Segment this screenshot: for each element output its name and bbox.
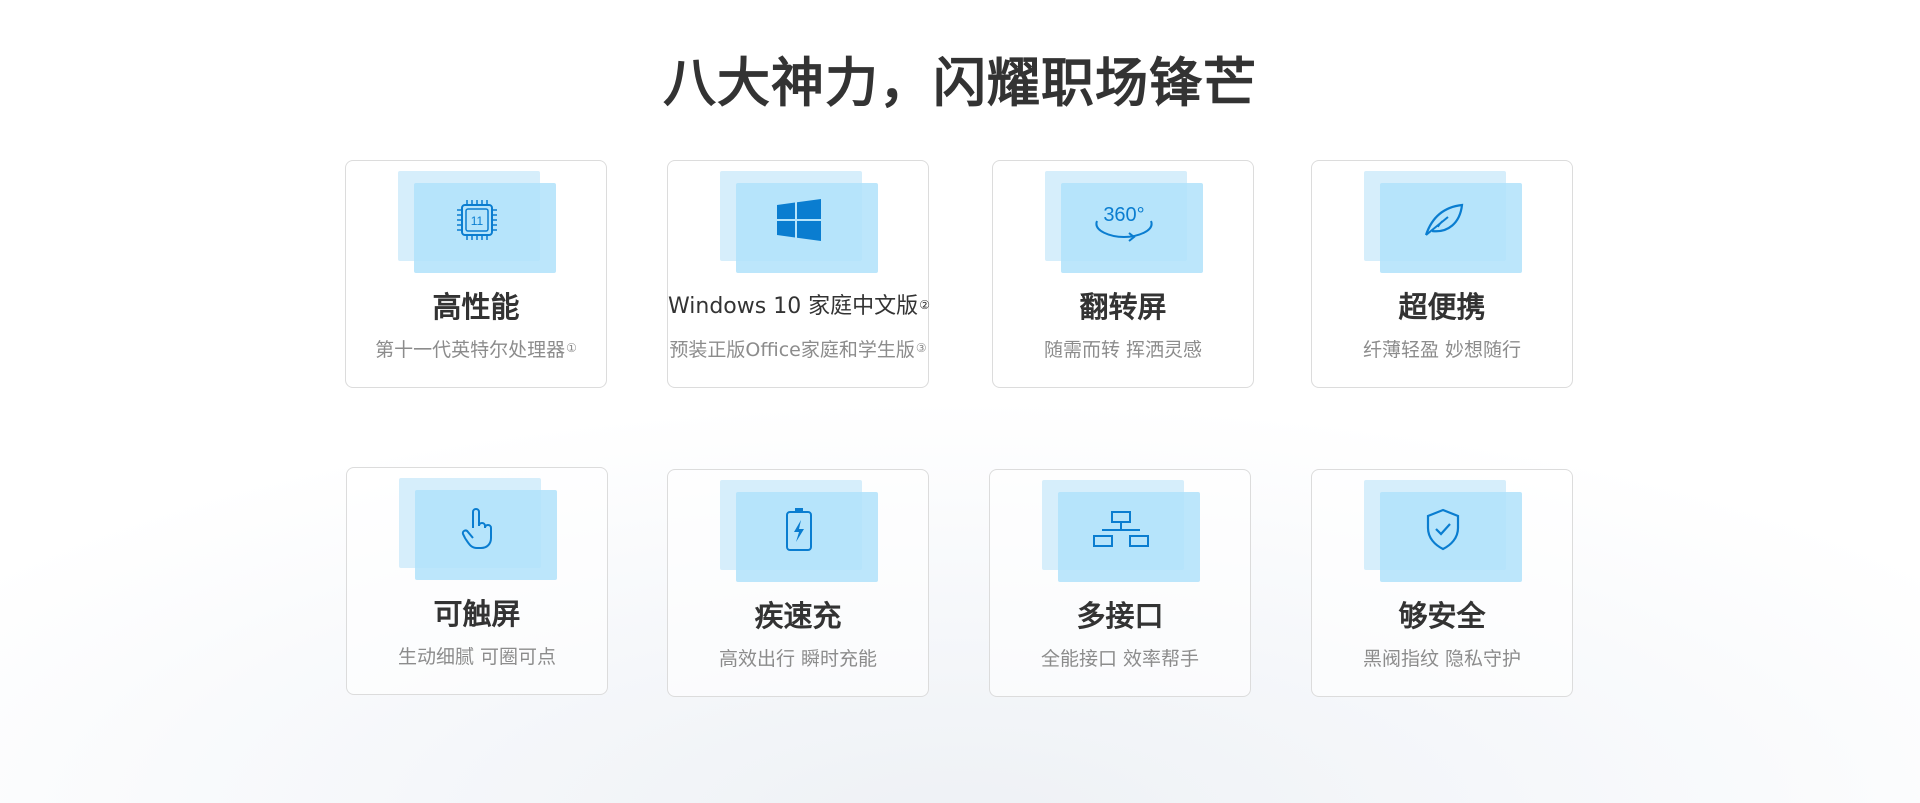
feature-card-touch: 可触屏 生动细腻 可圈可点	[346, 467, 608, 695]
card-title: Windows 10 家庭中文版②	[668, 287, 930, 327]
card-subtitle: 生动细腻 可圈可点	[397, 646, 557, 668]
feature-card-security: 够安全 黑阀指纹 隐私守护	[1311, 469, 1573, 697]
footnote-marker: ①	[566, 341, 577, 355]
features-section: 八大神力，闪耀职场锋芒 11 高性能 第十一代英特尔处理器① Windows 1…	[0, 0, 1920, 803]
card-title: 可触屏	[433, 597, 521, 631]
feature-card-flip-screen: 360° 翻转屏 随需而转 挥洒灵感	[992, 160, 1254, 388]
card-subtitle: 第十一代英特尔处理器①	[346, 337, 606, 363]
rotate-360-icon: 360°	[1091, 195, 1157, 245]
card-subtitle: 预装正版Office家庭和学生版③	[668, 337, 928, 363]
card-title-text: Windows 10 家庭中文版	[668, 294, 919, 319]
footnote-marker: ③	[915, 341, 927, 355]
card-subtitle: 全能接口 效率帮手	[1040, 648, 1200, 670]
card-title: 翻转屏	[1079, 290, 1167, 324]
feature-card-portable: 超便携 纤薄轻盈 妙想随行	[1311, 160, 1573, 388]
battery-charging-icon	[774, 504, 824, 554]
card-title: 够安全	[1398, 599, 1486, 633]
card-subtitle: 纤薄轻盈 妙想随行	[1362, 339, 1522, 361]
touch-hand-icon	[453, 502, 503, 552]
feature-card-windows: Windows 10 家庭中文版② 预装正版Office家庭和学生版③	[667, 160, 930, 388]
cpu-icon-label: 11	[471, 214, 484, 228]
card-subtitle: 随需而转 挥洒灵感	[1043, 339, 1203, 361]
card-title: 多接口	[1076, 599, 1164, 633]
feature-card-performance: 11 高性能 第十一代英特尔处理器①	[345, 160, 607, 388]
network-ports-icon	[1090, 504, 1152, 554]
card-title: 高性能	[432, 290, 520, 324]
card-subtitle-text: 预装正版Office家庭和学生版	[669, 339, 915, 361]
feature-card-fast-charge: 疾速充 高效出行 瞬时充能	[667, 469, 929, 697]
card-title: 疾速充	[754, 599, 842, 633]
card-subtitle: 黑阀指纹 隐私守护	[1362, 648, 1522, 670]
feather-leaf-icon	[1418, 195, 1468, 245]
card-subtitle: 高效出行 瞬时充能	[718, 648, 878, 670]
feature-card-ports: 多接口 全能接口 效率帮手	[989, 469, 1251, 697]
rotate-icon-label: 360°	[1103, 204, 1144, 226]
card-subtitle-text: 第十一代英特尔处理器	[375, 339, 566, 361]
cpu-chip-icon: 11	[452, 195, 502, 245]
page-title: 八大神力，闪耀职场锋芒	[663, 52, 1257, 114]
card-title: 超便携	[1398, 290, 1486, 324]
footnote-marker: ②	[919, 298, 930, 312]
windows-logo-icon	[774, 195, 824, 245]
shield-check-icon	[1418, 504, 1468, 554]
